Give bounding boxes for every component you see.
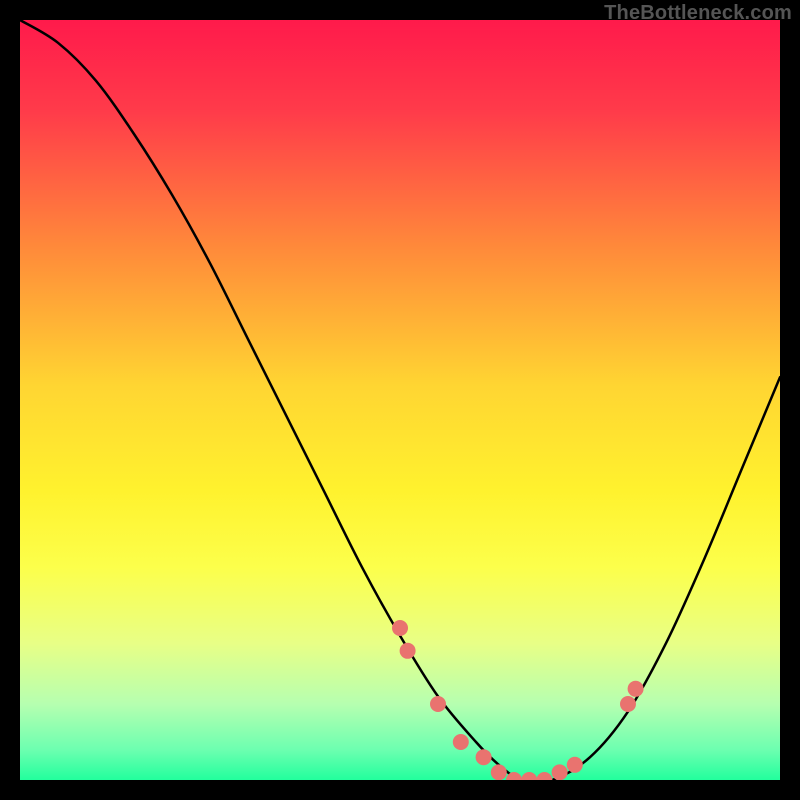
marker-point [628, 681, 644, 697]
marker-point [476, 749, 492, 765]
marker-point [552, 764, 568, 780]
marker-point [491, 764, 507, 780]
marker-point [567, 757, 583, 773]
marker-point [392, 620, 408, 636]
chart-frame [20, 20, 780, 780]
chart-svg [20, 20, 780, 780]
marker-point [430, 696, 446, 712]
watermark-text: TheBottleneck.com [604, 2, 792, 25]
marker-point [620, 696, 636, 712]
marker-point [453, 734, 469, 750]
marker-point [400, 643, 416, 659]
plot-area [20, 20, 780, 780]
